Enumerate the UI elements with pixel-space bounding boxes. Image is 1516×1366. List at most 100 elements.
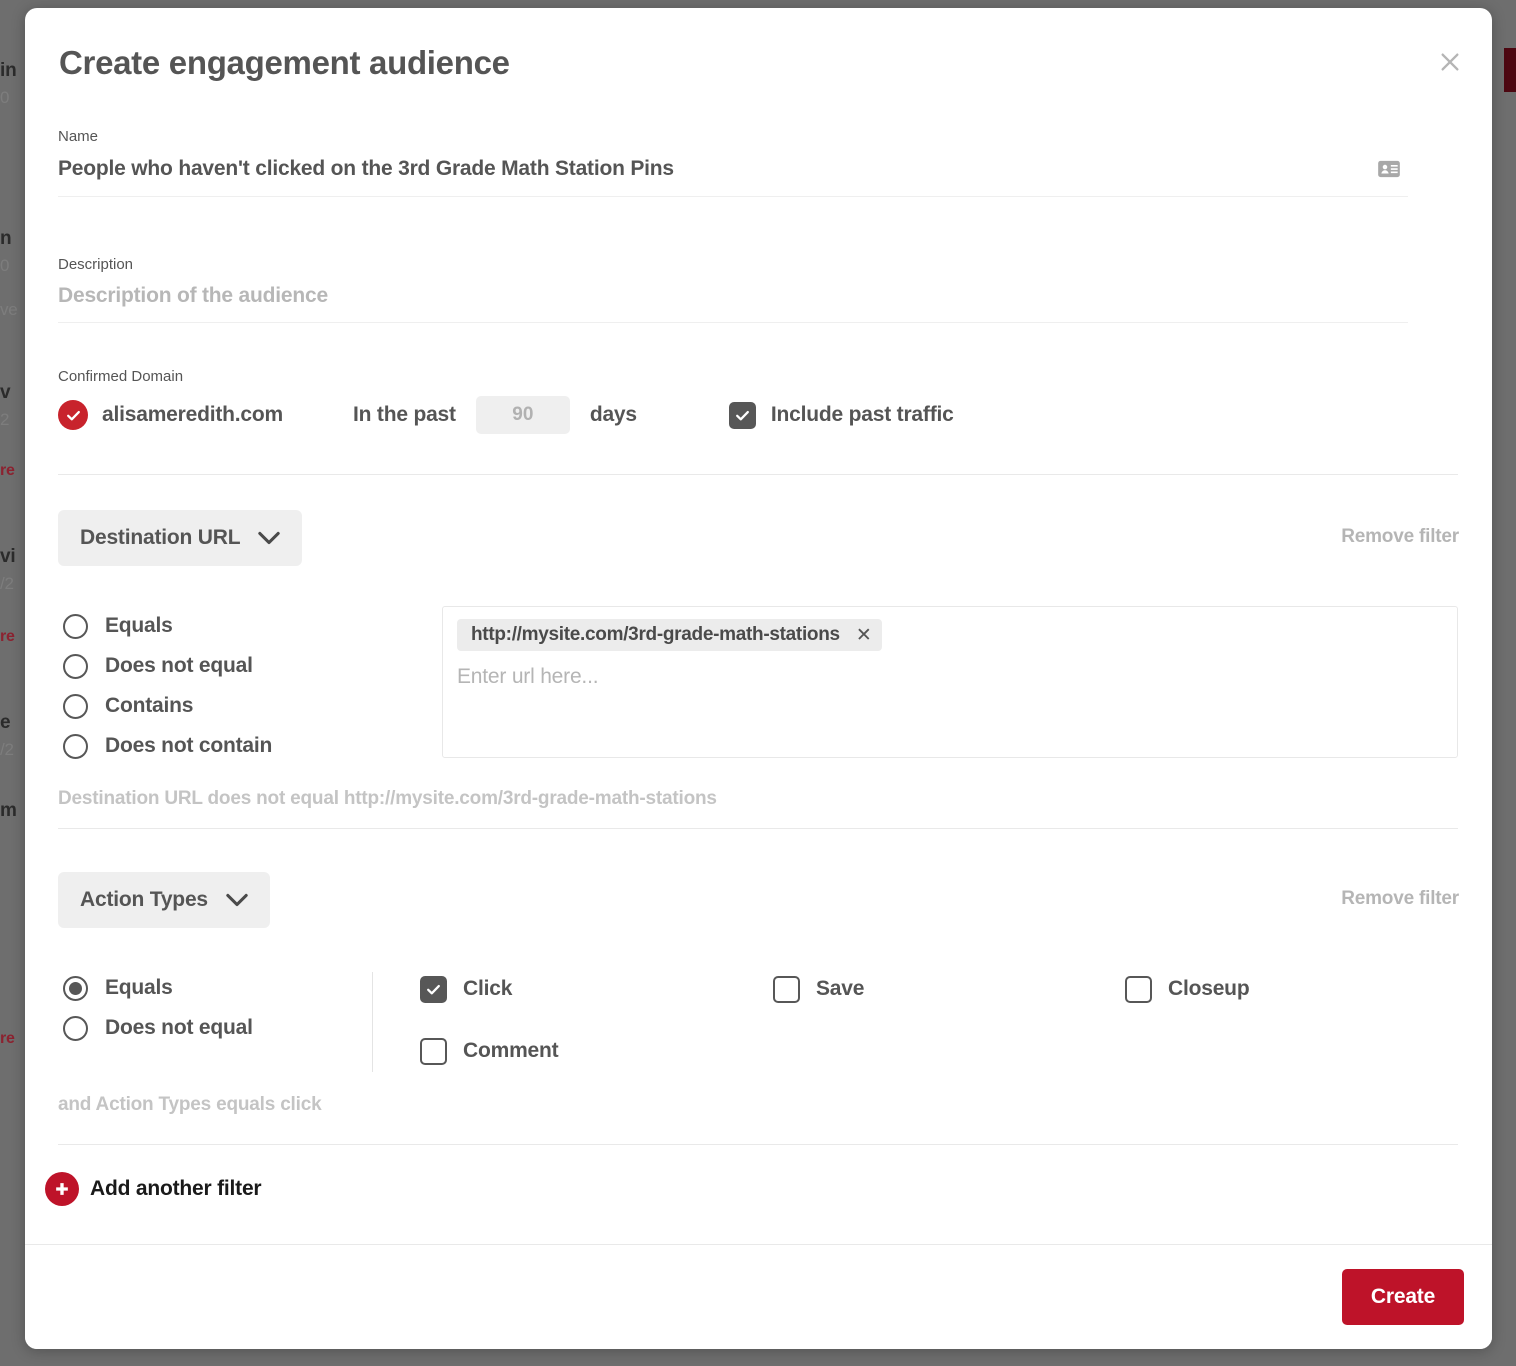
filter-action-types: Action Types Remove filter Equals Does n… <box>25 872 1492 1115</box>
radio-label: Does not contain <box>105 734 273 757</box>
contact-card-icon[interactable] <box>1376 156 1402 182</box>
bg-fragment: 0 <box>0 256 10 275</box>
radio-option-equals[interactable]: Equals <box>63 606 363 646</box>
in-the-past-label: In the past <box>353 403 456 426</box>
name-field-group: Name People who haven't clicked on the 3… <box>58 128 1408 197</box>
checkbox-label: Save <box>816 977 865 1000</box>
operator-radio-group-action-types: Equals Does not equal <box>63 968 363 1048</box>
include-past-traffic-checkbox[interactable] <box>728 401 756 429</box>
radio-icon <box>63 653 88 679</box>
confirmed-domain-label: Confirmed Domain <box>58 368 184 385</box>
remove-token-icon[interactable]: ✕ <box>856 626 872 645</box>
url-token: http://mysite.com/3rd-grade-math-station… <box>457 619 882 651</box>
description-field-group: Description Description of the audience <box>58 256 1408 323</box>
divider <box>58 474 1458 475</box>
add-another-filter-button[interactable]: Add another filter <box>45 1172 262 1206</box>
create-engagement-audience-dialog: Create engagement audience Name People w… <box>25 8 1492 1349</box>
close-icon[interactable] <box>1430 42 1470 82</box>
filter-type-dropdown-destination-url[interactable]: Destination URL <box>58 510 303 566</box>
radio-option-contains[interactable]: Contains <box>63 686 363 726</box>
checkbox-icon <box>773 975 800 1003</box>
remove-filter-link-action-types[interactable]: Remove filter <box>1341 888 1459 910</box>
bg-fragment: /2 <box>0 574 14 593</box>
action-row: Click Save Closeup <box>420 968 1460 1010</box>
radio-option-does-not-equal[interactable]: Does not equal <box>63 646 363 686</box>
bg-fragment: vi <box>0 546 16 567</box>
radio-option-does-not-equal[interactable]: Does not equal <box>63 1008 363 1048</box>
url-token-input[interactable]: http://mysite.com/3rd-grade-math-station… <box>442 606 1458 758</box>
url-input-placeholder: Enter url here... <box>457 665 599 688</box>
dialog-body: Create engagement audience Name People w… <box>25 8 1492 1245</box>
bg-fragment: in <box>0 60 17 81</box>
radio-option-equals[interactable]: Equals <box>63 968 363 1008</box>
action-row: Comment <box>420 1030 1460 1072</box>
bg-fragment: re <box>0 628 15 645</box>
description-label: Description <box>58 256 134 273</box>
bg-fragment: re <box>0 1030 15 1047</box>
checkbox-option-save[interactable]: Save <box>773 968 1125 1010</box>
name-input-row: People who haven't clicked on the 3rd Gr… <box>58 156 1408 197</box>
bg-fragment: /2 <box>0 740 14 759</box>
bg-fragment: re <box>0 462 15 479</box>
domain-check-icon[interactable] <box>58 400 88 430</box>
description-input-row: Description of the audience <box>58 284 1408 323</box>
bg-fragment: m <box>0 800 17 821</box>
chevron-down-icon <box>258 531 281 545</box>
name-label: Name <box>58 128 99 145</box>
filter-summary-action-types: and Action Types equals click <box>58 1094 322 1115</box>
filter-header: Action Types Remove filter <box>25 872 1492 928</box>
vertical-divider <box>372 972 373 1072</box>
dialog-title: Create engagement audience <box>59 44 510 81</box>
dialog-footer: Create <box>25 1244 1492 1349</box>
checkbox-option-click[interactable]: Click <box>420 968 773 1010</box>
create-button[interactable]: Create <box>1342 1269 1464 1325</box>
filter-header: Destination URL Remove filter <box>25 510 1492 566</box>
include-past-traffic-label: Include past traffic <box>770 403 954 426</box>
checkbox-label: Closeup <box>1168 977 1250 1000</box>
days-label: days <box>589 403 637 426</box>
radio-option-does-not-contain[interactable]: Does not contain <box>63 726 363 766</box>
checkbox-label: Click <box>463 977 513 1000</box>
filter-destination-url: Destination URL Remove filter Equals Doe… <box>25 510 1492 809</box>
domain-name-label: alisameredith.com <box>102 403 284 426</box>
radio-icon <box>63 733 88 759</box>
chevron-down-icon <box>226 893 248 907</box>
radio-label: Does not equal <box>105 654 253 677</box>
description-input[interactable]: Description of the audience <box>58 284 1408 308</box>
checkbox-option-comment[interactable]: Comment <box>420 1030 773 1072</box>
filter-type-dropdown-action-types[interactable]: Action Types <box>58 872 270 928</box>
radio-icon <box>63 693 88 719</box>
radio-icon <box>63 613 88 639</box>
divider <box>58 1144 1458 1145</box>
radio-icon <box>63 1015 88 1041</box>
filter-type-label: Action Types <box>80 888 208 911</box>
bg-fragment: v <box>0 382 11 403</box>
bg-fragment: n <box>0 228 12 249</box>
confirmed-domain-row: alisameredith.com In the past days Inclu… <box>58 396 1458 434</box>
filter-summary-destination-url: Destination URL does not equal http://my… <box>58 788 717 809</box>
background-red-accent <box>1504 48 1516 92</box>
filter-type-label: Destination URL <box>80 526 241 549</box>
action-types-checkbox-grid: Click Save Closeup Comment <box>420 968 1460 1072</box>
radio-label: Equals <box>105 614 173 637</box>
divider <box>58 828 1458 829</box>
plus-circle-icon <box>45 1172 79 1206</box>
checkbox-label: Comment <box>463 1039 559 1062</box>
radio-icon <box>63 975 88 1001</box>
checkbox-icon <box>420 1037 447 1065</box>
remove-filter-link-destination-url[interactable]: Remove filter <box>1341 526 1459 548</box>
radio-label: Equals <box>105 976 173 999</box>
bg-fragment: e <box>0 712 11 733</box>
radio-label: Does not equal <box>105 1016 253 1039</box>
background-page-left-edge: in 0 n 0 ve v 2 re vi /2 re e /2 m re <box>0 0 26 1366</box>
bg-fragment: 0 <box>0 88 10 107</box>
name-input[interactable]: People who haven't clicked on the 3rd Gr… <box>58 157 1376 181</box>
checkbox-icon <box>420 975 447 1003</box>
bg-fragment: 2 <box>0 410 10 429</box>
radio-label: Contains <box>105 694 194 717</box>
add-another-filter-label: Add another filter <box>90 1177 262 1200</box>
checkbox-option-closeup[interactable]: Closeup <box>1125 968 1250 1010</box>
days-input[interactable] <box>475 396 570 434</box>
filter-body: Equals Does not equal Contains Does not … <box>25 606 1492 766</box>
confirmed-domain-group: Confirmed Domain alisameredith.com In th… <box>58 368 1458 434</box>
